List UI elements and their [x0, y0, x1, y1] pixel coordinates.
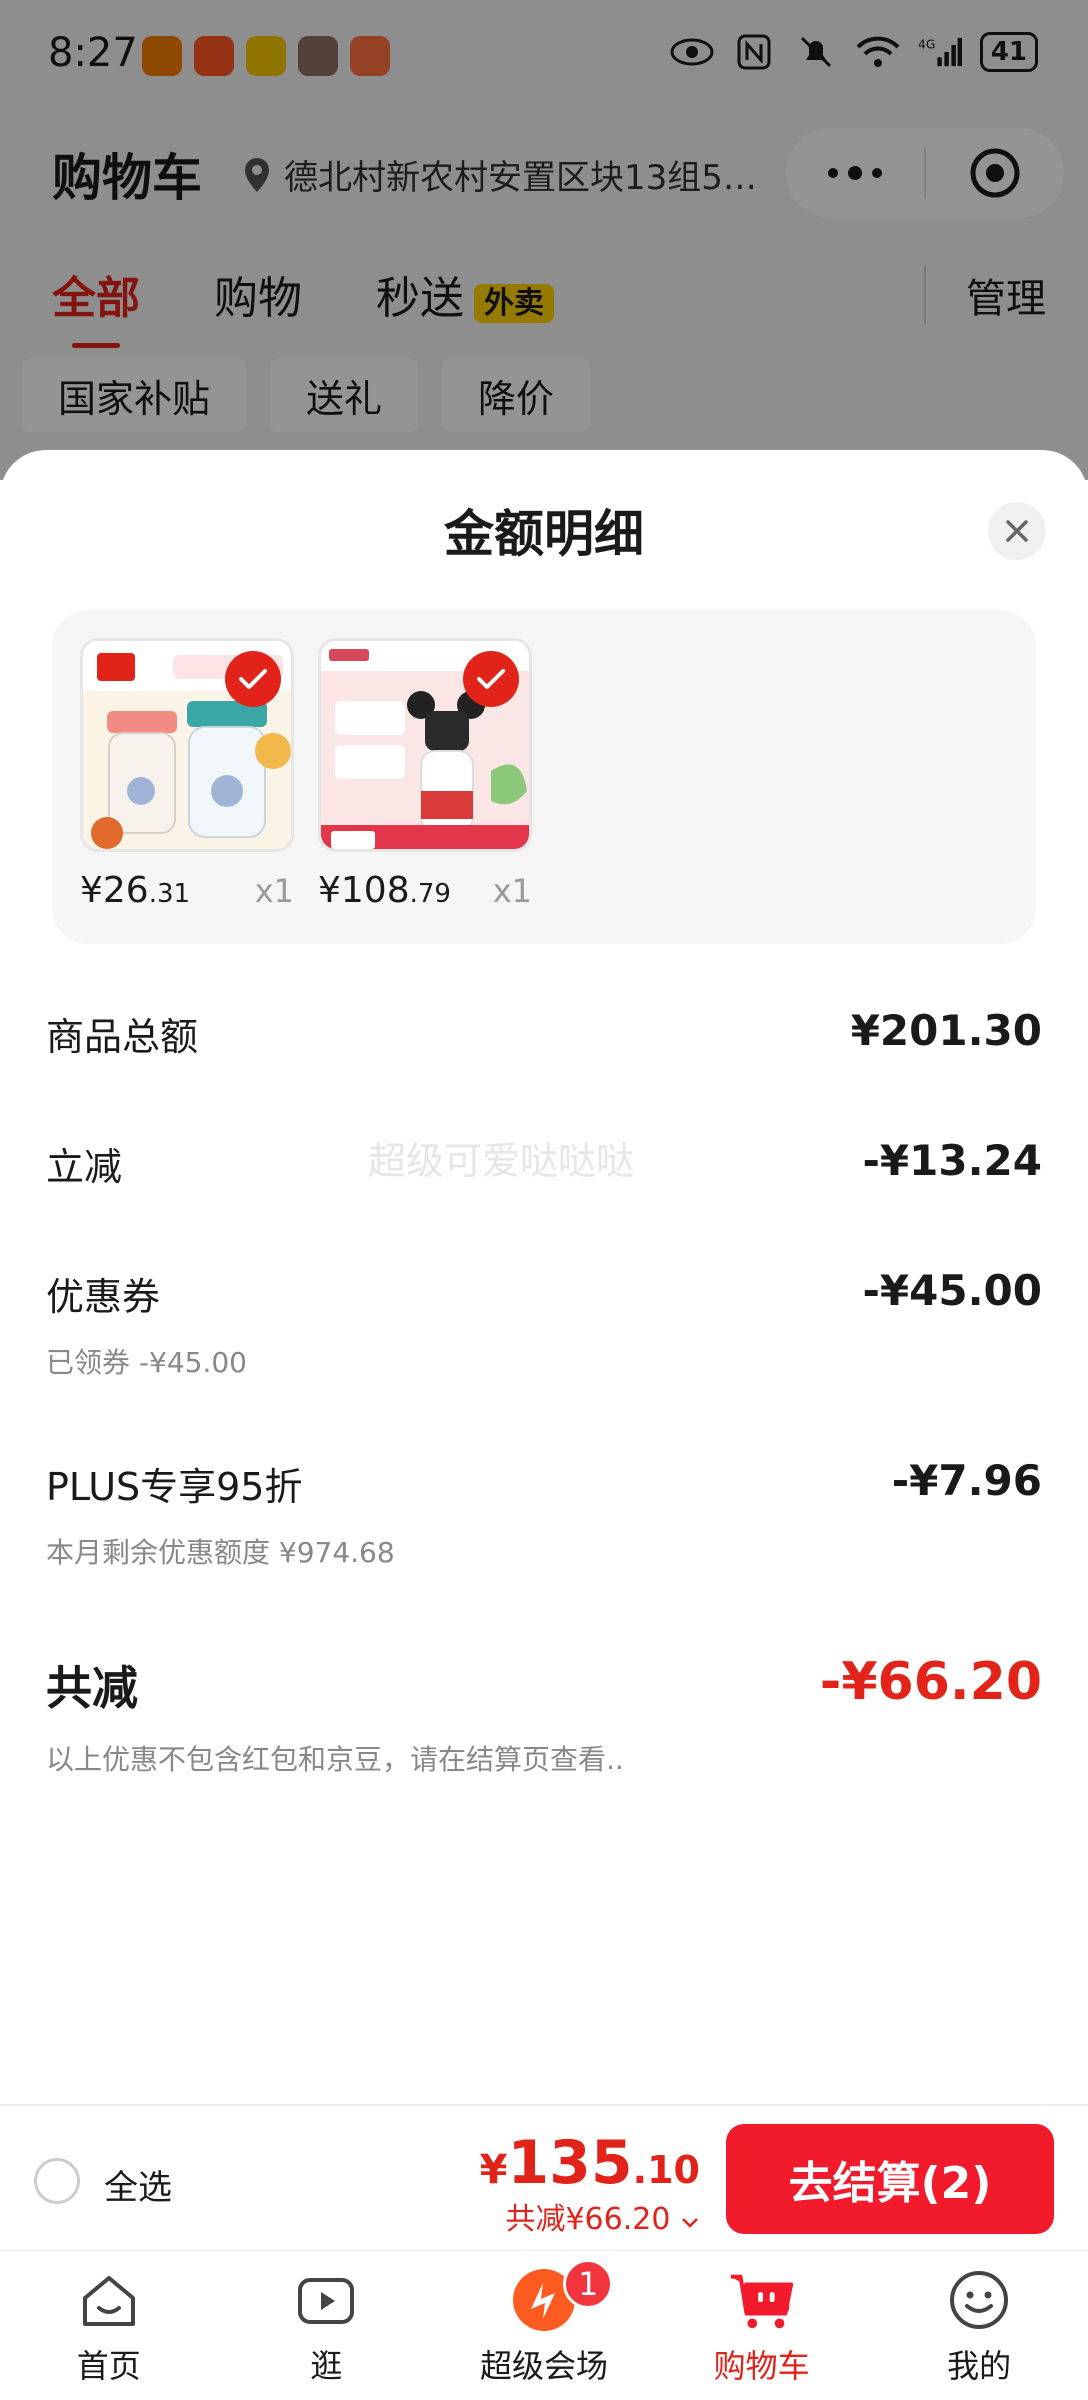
home-icon [74, 2265, 144, 2335]
watermark: 超级可爱哒哒哒 [368, 1139, 635, 1183]
bottom-nav: 首页 逛 1 超级会场 购物车 我的 [0, 2250, 1088, 2400]
product-image-bottles [80, 638, 294, 852]
nav-label: 购物车 [713, 2347, 810, 2385]
nav-explore[interactable]: 逛 [218, 2251, 436, 2400]
product-price-int: ¥26 [80, 870, 149, 911]
row-plus-discount: PLUS专享95折 -¥7.96 本月剩余优惠额度 ¥974.68 [46, 1456, 1042, 1571]
row-sub: 已领券 -¥45.00 [46, 1346, 247, 1379]
checkout-bar: 全选 ¥135.10 共减¥66.20 去结算(2) [0, 2104, 1088, 2250]
price-currency: ¥ [479, 2147, 508, 2193]
product-price: ¥108.79 [318, 870, 451, 911]
sheet-title: 金额明细 [444, 505, 644, 563]
nav-label: 超级会场 [479, 2347, 608, 2385]
product-item[interactable]: ¥26.31 x1 [80, 638, 294, 911]
payable-price: ¥135.10 [480, 2128, 700, 2198]
select-all-label[interactable]: 全选 [104, 2160, 172, 2209]
product-thumbnails: ¥26.31 x1 ¥108.79 x1 [52, 610, 1036, 944]
row-coupon: 优惠券 -¥45.00 已领券 -¥45.00 [46, 1266, 1042, 1381]
price-integer: 135 [507, 2128, 633, 2198]
checked-icon [463, 651, 519, 707]
product-price-int: ¥108 [318, 870, 410, 911]
product-item[interactable]: ¥108.79 x1 [318, 638, 532, 911]
nav-label: 逛 [310, 2347, 343, 2385]
row-value: -¥66.20 [819, 1652, 1042, 1712]
row-note: 以上优惠不包含红包和京豆，请在结算页查看.. [46, 1743, 624, 1776]
saved-amount-toggle[interactable]: 共减¥66.20 [505, 2194, 700, 2238]
product-price: ¥26.31 [80, 870, 190, 911]
product-image-pigeon [318, 638, 532, 852]
modal-overlay[interactable] [0, 0, 1088, 480]
close-sheet-button[interactable] [988, 502, 1046, 560]
product-quantity: x1 [492, 872, 532, 910]
close-icon [1006, 520, 1028, 542]
product-price-dec: .31 [148, 879, 191, 909]
profile-icon [944, 2265, 1014, 2335]
row-sub: 本月剩余优惠额度 ¥974.68 [46, 1536, 395, 1569]
price-decimal: .10 [632, 2148, 700, 2192]
checkout-button[interactable]: 去结算(2) [726, 2124, 1054, 2234]
row-value: -¥13.24 [862, 1136, 1042, 1185]
row-goods-total: 商品总额 ¥201.30 [46, 1006, 1042, 1061]
nav-cart[interactable]: 购物车 [653, 2251, 871, 2400]
nav-home[interactable]: 首页 [0, 2251, 218, 2400]
cart-icon [727, 2265, 797, 2335]
nav-profile[interactable]: 我的 [870, 2251, 1088, 2400]
chevron-down-icon [682, 2218, 698, 2228]
nav-label: 首页 [76, 2347, 141, 2385]
select-all-radio[interactable] [34, 2158, 80, 2204]
product-price-dec: .79 [409, 879, 451, 909]
row-value: -¥7.96 [891, 1456, 1042, 1505]
video-icon [291, 2265, 361, 2335]
row-value: -¥45.00 [862, 1266, 1042, 1315]
notification-badge: 1 [563, 2259, 614, 2309]
nav-label: 我的 [947, 2347, 1012, 2385]
nav-super-venue[interactable]: 1 超级会场 [435, 2251, 653, 2400]
checked-icon [225, 651, 281, 707]
row-value: ¥201.30 [850, 1006, 1042, 1055]
saved-amount: 共减¥66.20 [505, 2202, 671, 2237]
product-quantity: x1 [254, 872, 294, 910]
row-total-saved: 共减 -¥66.20 以上优惠不包含红包和京豆，请在结算页查看.. [46, 1652, 1042, 1778]
